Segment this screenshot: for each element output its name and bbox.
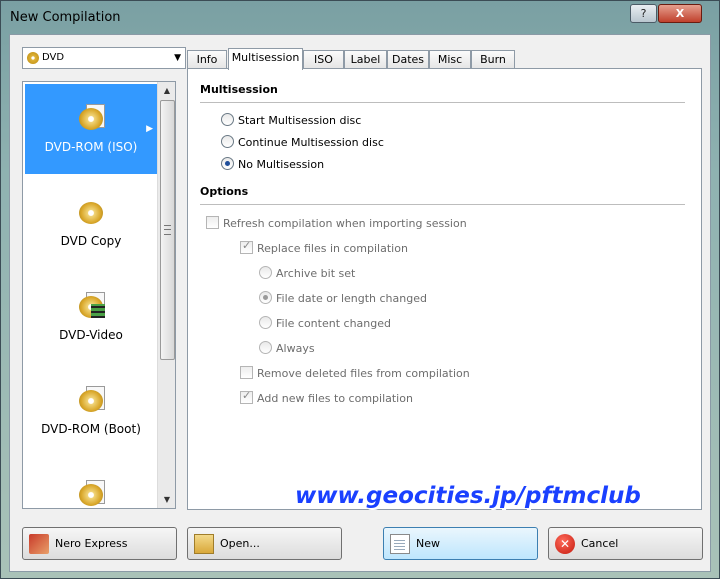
dvd-icon xyxy=(77,480,105,508)
list-item-label: DVD Copy xyxy=(60,234,122,248)
list-item-label: DVD-ROM (Boot) xyxy=(41,422,141,436)
scrollbar-thumb[interactable] xyxy=(160,100,175,360)
new-compilation-window: New Compilation ? X DVD ▼ ▶ DVD-ROM (ISO… xyxy=(0,0,720,579)
chevron-down-icon: ▼ xyxy=(174,53,181,63)
option-label: Replace files in compilation xyxy=(257,242,408,255)
option-label: Start Multisession disc xyxy=(238,114,362,127)
radio-button[interactable] xyxy=(259,316,272,329)
compilation-type-list: ▶ DVD-ROM (ISO) DVD Copy DVD-Video DVD-R… xyxy=(22,81,176,509)
multisession-heading: Multisession xyxy=(200,83,278,96)
close-button[interactable]: X xyxy=(658,4,702,23)
radio-button[interactable] xyxy=(221,157,234,170)
checkbox[interactable] xyxy=(206,216,219,229)
open-folder-icon xyxy=(194,534,214,554)
nero-express-button[interactable]: Nero Express xyxy=(22,527,177,560)
multisession-panel: Multisession Start Multisession disc Con… xyxy=(187,68,702,510)
options-heading: Options xyxy=(200,185,249,198)
list-item-label: DVD-Video xyxy=(59,328,123,342)
watermark-text: www.geocities.jp/pftmclub xyxy=(295,483,641,509)
tab-label[interactable]: Label xyxy=(344,50,387,69)
button-label: New xyxy=(416,537,440,550)
option-label: Refresh compilation when importing sessi… xyxy=(223,217,467,230)
tab-multisession[interactable]: Multisession xyxy=(228,48,303,70)
radio-button[interactable] xyxy=(259,341,272,354)
tab-misc[interactable]: Misc xyxy=(429,50,471,69)
option-label: File date or length changed xyxy=(276,292,427,305)
radio-button[interactable] xyxy=(221,135,234,148)
radio-button[interactable] xyxy=(259,291,272,304)
checkbox[interactable] xyxy=(240,239,253,254)
button-label: Nero Express xyxy=(55,537,128,550)
window-title: New Compilation xyxy=(10,10,121,25)
selected-arrow-icon: ▶ xyxy=(146,124,153,134)
option-label: Archive bit set xyxy=(276,267,356,280)
dvd-disc-icon xyxy=(27,52,39,64)
list-item-label: DVD-ROM (ISO) xyxy=(44,140,138,154)
dvd-video-icon xyxy=(77,292,105,322)
button-label: Open... xyxy=(220,537,260,550)
grip-icon xyxy=(164,225,171,235)
option-label: Continue Multisession disc xyxy=(238,136,384,149)
option-label: Add new files to compilation xyxy=(257,392,413,405)
new-button[interactable]: New xyxy=(383,527,538,560)
button-label: Cancel xyxy=(581,537,619,550)
tab-iso[interactable]: ISO xyxy=(303,50,344,69)
media-type-value: DVD xyxy=(42,52,65,63)
scroll-up-icon[interactable]: ▲ xyxy=(158,82,175,99)
option-label: File content changed xyxy=(276,317,391,330)
cancel-icon: ✕ xyxy=(555,534,575,554)
radio-button[interactable] xyxy=(221,113,234,126)
option-label: No Multisession xyxy=(238,158,325,171)
sidebar-scrollbar[interactable]: ▲ ▼ xyxy=(157,82,175,508)
dvd-copy-icon xyxy=(77,198,105,228)
divider xyxy=(200,102,685,103)
scroll-down-icon[interactable]: ▼ xyxy=(158,491,175,508)
nero-express-icon xyxy=(29,534,49,554)
help-button[interactable]: ? xyxy=(630,4,657,23)
open-button[interactable]: Open... xyxy=(187,527,342,560)
title-bar[interactable]: New Compilation ? X xyxy=(1,1,719,35)
radio-button[interactable] xyxy=(259,266,272,279)
divider xyxy=(200,204,685,205)
new-document-icon xyxy=(390,534,410,554)
list-item-dvd[interactable] xyxy=(25,460,157,508)
checkbox[interactable] xyxy=(240,389,253,404)
list-item-dvd-copy[interactable]: DVD Copy xyxy=(25,178,157,268)
list-item-dvd-video[interactable]: DVD-Video xyxy=(25,272,157,362)
dvd-rom-boot-icon xyxy=(77,386,105,416)
list-item-dvd-rom-boot[interactable]: DVD-ROM (Boot) xyxy=(25,366,157,456)
option-label: Remove deleted files from compilation xyxy=(257,367,470,380)
tab-dates[interactable]: Dates xyxy=(387,50,429,69)
list-item-dvd-rom-iso[interactable]: ▶ DVD-ROM (ISO) xyxy=(25,84,157,174)
tab-info[interactable]: Info xyxy=(187,50,227,69)
media-type-dropdown[interactable]: DVD ▼ xyxy=(22,47,186,69)
dvd-rom-iso-icon xyxy=(77,104,105,134)
tab-burn[interactable]: Burn xyxy=(471,50,515,69)
dialog-body: DVD ▼ ▶ DVD-ROM (ISO) DVD Copy DVD-Video… xyxy=(9,34,711,572)
cancel-button[interactable]: ✕ Cancel xyxy=(548,527,703,560)
checkbox[interactable] xyxy=(240,366,253,379)
option-label: Always xyxy=(276,342,315,355)
